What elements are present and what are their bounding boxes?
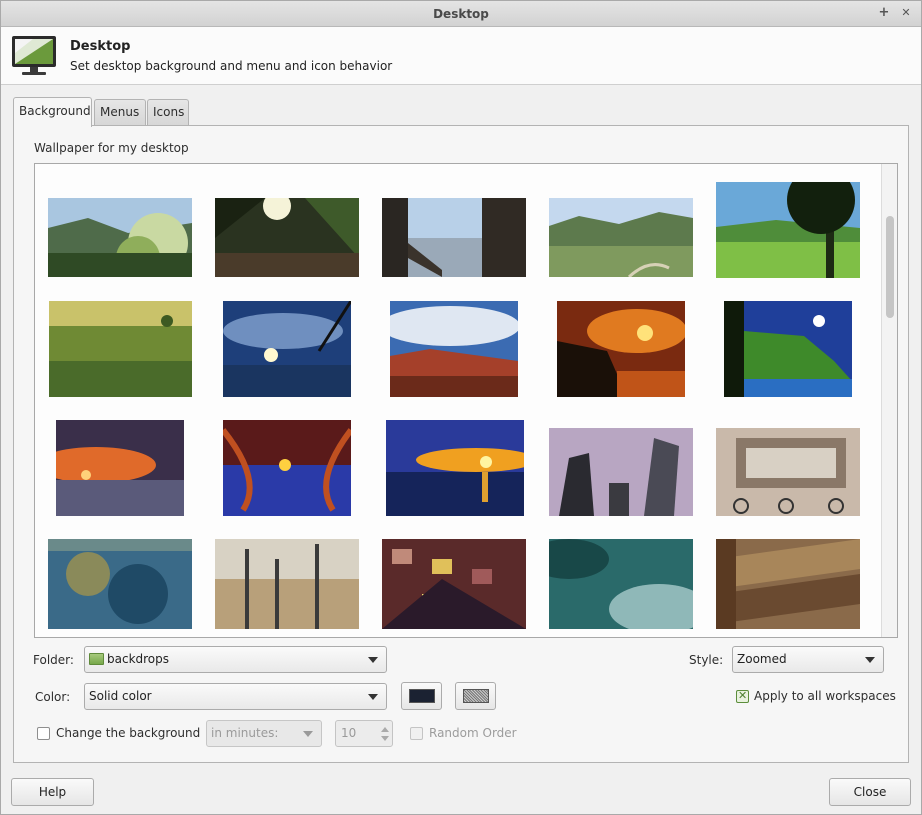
tab-menus[interactable]: Menus xyxy=(94,99,146,126)
maximize-icon[interactable]: + xyxy=(877,6,891,20)
folder-value: backdrops xyxy=(107,652,170,666)
background-tab-panel: Wallpaper for my desktop Folder: backdro… xyxy=(13,125,909,763)
style-combobox[interactable]: Zoomed xyxy=(732,646,884,673)
folder-icon xyxy=(89,653,104,665)
spin-down-icon[interactable] xyxy=(381,736,389,741)
close-icon[interactable]: ✕ xyxy=(899,6,913,20)
spin-up-icon[interactable] xyxy=(381,727,389,732)
wallpaper-thumbnail[interactable] xyxy=(215,198,359,277)
pattern-swatch xyxy=(463,689,489,703)
help-button[interactable]: Help xyxy=(11,778,94,806)
chevron-down-icon xyxy=(865,657,875,663)
wallpaper-thumbnail[interactable] xyxy=(48,539,192,629)
interval-spinner[interactable]: 10 xyxy=(335,720,393,747)
tab-background[interactable]: Background xyxy=(13,97,92,127)
wallpaper-thumbnail[interactable] xyxy=(386,420,524,516)
desktop-settings-window: Desktop + ✕ Desktop Set desktop backgrou… xyxy=(0,0,922,815)
wallpaper-thumbnail[interactable] xyxy=(549,198,693,277)
wallpaper-thumbnail[interactable] xyxy=(724,301,852,397)
wallpaper-label: Wallpaper for my desktop xyxy=(34,141,189,155)
wallpaper-thumbnail[interactable] xyxy=(716,428,860,516)
wallpaper-thumbnail[interactable] xyxy=(56,420,184,516)
color-label: Color: xyxy=(35,690,71,704)
gallery-scrollbar[interactable] xyxy=(881,164,897,637)
change-background-checkbox[interactable] xyxy=(37,727,50,740)
style-label: Style: xyxy=(689,653,724,667)
chevron-down-icon xyxy=(368,694,378,700)
wallpaper-thumbnail[interactable] xyxy=(223,301,351,397)
window-title: Desktop xyxy=(433,7,489,21)
wallpaper-thumbnail[interactable] xyxy=(557,301,685,397)
random-order-checkbox[interactable] xyxy=(410,727,423,740)
wallpaper-thumbnail[interactable] xyxy=(382,539,526,629)
desktop-monitor-icon xyxy=(11,35,57,77)
wallpaper-thumbnail[interactable] xyxy=(549,428,693,516)
chevron-down-icon xyxy=(303,731,313,737)
header-title: Desktop xyxy=(70,39,131,54)
wallpaper-thumbnail[interactable] xyxy=(223,420,351,516)
wallpaper-thumbnail[interactable] xyxy=(716,539,860,629)
wallpaper-thumbnail[interactable] xyxy=(716,182,860,278)
header-subtitle: Set desktop background and menu and icon… xyxy=(70,59,393,73)
close-button[interactable]: Close xyxy=(829,778,911,806)
change-background-label: Change the background xyxy=(56,726,201,740)
scrollbar-thumb[interactable] xyxy=(886,216,894,318)
wallpaper-gallery[interactable] xyxy=(34,163,898,638)
interval-value: in minutes: xyxy=(211,726,279,740)
color-swatch xyxy=(409,689,435,703)
wallpaper-thumbnail[interactable] xyxy=(549,539,693,629)
color-combobox[interactable]: Solid color xyxy=(84,683,387,710)
wallpaper-thumbnail[interactable] xyxy=(48,198,192,277)
apply-all-label: Apply to all workspaces xyxy=(754,689,896,703)
tab-icons[interactable]: Icons xyxy=(147,99,189,126)
folder-combobox[interactable]: backdrops xyxy=(84,646,387,673)
random-order-label: Random Order xyxy=(429,726,517,740)
interval-number: 10 xyxy=(341,726,357,740)
folder-label: Folder: xyxy=(33,653,74,667)
style-value: Zoomed xyxy=(737,652,787,666)
color-value: Solid color xyxy=(89,689,152,703)
interval-combobox[interactable]: in minutes: xyxy=(206,720,322,747)
apply-all-checkbox[interactable] xyxy=(736,689,749,703)
wallpaper-thumbnail[interactable] xyxy=(215,539,359,629)
primary-color-button[interactable] xyxy=(401,682,442,710)
wallpaper-thumbnail[interactable] xyxy=(49,301,192,397)
chevron-down-icon xyxy=(368,657,378,663)
dialog-header: Desktop Set desktop background and menu … xyxy=(1,27,921,85)
secondary-color-button[interactable] xyxy=(455,682,496,710)
wallpaper-thumbnail[interactable] xyxy=(390,301,518,397)
wallpaper-thumbnail[interactable] xyxy=(382,198,526,277)
title-bar: Desktop + ✕ xyxy=(1,1,921,27)
